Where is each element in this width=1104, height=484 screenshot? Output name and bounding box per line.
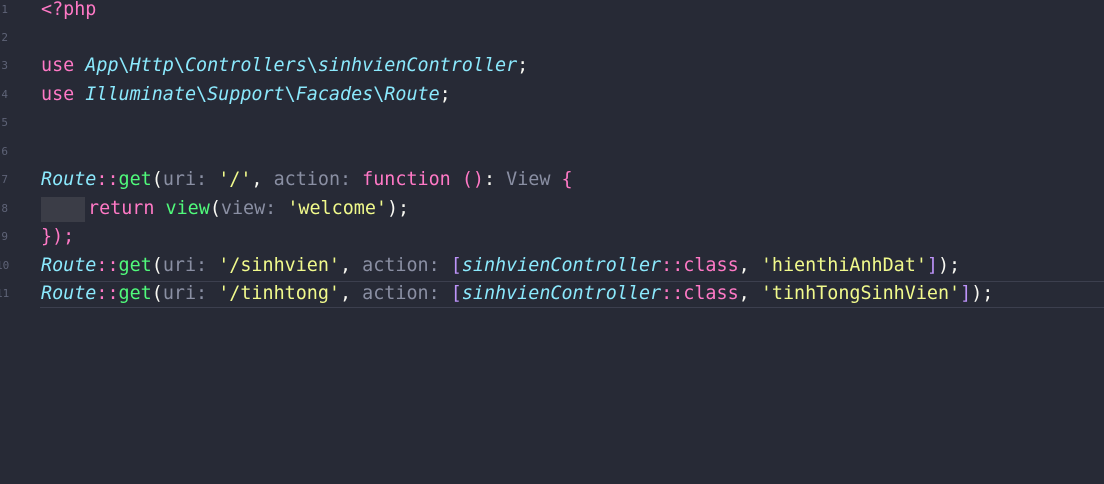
namespace-separator: \	[196, 84, 208, 105]
string-literal: 'welcome'	[287, 198, 387, 219]
namespace-separator: \	[284, 84, 296, 105]
comma: ,	[340, 283, 363, 304]
namespace-separator: \	[373, 84, 385, 105]
line-number: 1	[1, 3, 8, 16]
function-call: view	[165, 198, 210, 219]
namespace-part: Illuminate	[85, 84, 197, 105]
paren: ()	[461, 169, 484, 190]
param-hint: uri:	[162, 283, 219, 304]
line-number: 2	[1, 31, 8, 44]
paren-semicolon: );	[971, 283, 994, 304]
code-line-11[interactable]: Route::get(uri: '/tinhtong', action: [si…	[41, 280, 993, 309]
class-keyword: class	[683, 283, 739, 304]
line-number: 9	[1, 230, 8, 243]
function-keyword: function	[362, 169, 451, 190]
param-hint: view:	[220, 198, 288, 219]
namespace-part: Http	[129, 55, 174, 76]
class-name: Route	[384, 84, 440, 105]
line-number: 7	[1, 173, 8, 186]
controller-class: sinhvienController	[461, 255, 662, 276]
string-literal: 'tinhTongSinhVien'	[760, 283, 961, 304]
bracket: ]	[926, 255, 938, 276]
method-name: get	[118, 255, 152, 276]
namespace-separator: \	[306, 55, 318, 76]
comma: ,	[251, 169, 274, 190]
route-class: Route	[41, 283, 97, 304]
scope-operator: ::	[661, 283, 684, 304]
scope-operator: ::	[96, 283, 119, 304]
param-hint: uri:	[162, 169, 219, 190]
return-keyword: return	[88, 198, 155, 219]
paren-semicolon: );	[386, 198, 410, 219]
line-number: 4	[1, 88, 8, 101]
line-number: 3	[1, 59, 8, 72]
route-class: Route	[41, 169, 97, 190]
param-hint: action:	[362, 255, 451, 276]
code-line-7[interactable]: Route::get(uri: '/', action: function ()…	[41, 166, 573, 195]
line-number: 10	[0, 259, 10, 272]
comma: ,	[340, 255, 363, 276]
closing-brace: });	[41, 226, 75, 247]
namespace-separator: \	[118, 55, 130, 76]
indent-guide	[41, 197, 85, 222]
bracket: [	[450, 255, 462, 276]
php-open-tag: <?php	[41, 0, 97, 20]
code-line-10[interactable]: Route::get(uri: '/sinhvien', action: [si…	[41, 252, 960, 281]
code-line-3[interactable]: use App\Http\Controllers\sinhvienControl…	[41, 52, 528, 81]
namespace-part: App	[85, 55, 119, 76]
route-class: Route	[41, 255, 97, 276]
line-number: 6	[1, 145, 8, 158]
class-keyword: class	[683, 255, 739, 276]
method-name: get	[118, 283, 152, 304]
class-name: sinhvienController	[317, 55, 518, 76]
controller-class: sinhvienController	[461, 283, 662, 304]
bracket: [	[450, 283, 462, 304]
string-literal: 'hienthiAnhDat'	[760, 255, 927, 276]
namespace-separator: \	[173, 55, 185, 76]
scope-operator: ::	[661, 255, 684, 276]
scope-operator: ::	[96, 169, 119, 190]
line-number: 11	[0, 287, 10, 300]
code-line-1[interactable]: <?php	[41, 0, 96, 25]
param-hint: action:	[273, 169, 363, 190]
use-keyword: use	[41, 84, 75, 105]
paren: (	[209, 198, 221, 219]
namespace-part: Support	[207, 84, 285, 105]
colon: :	[483, 169, 507, 190]
namespace-part: Controllers	[184, 55, 307, 76]
code-line-9[interactable]: });	[41, 223, 74, 252]
paren: (	[151, 283, 163, 304]
line-number: 5	[1, 116, 8, 129]
namespace-part: Facades	[295, 84, 374, 105]
paren-semicolon: );	[937, 255, 961, 276]
semicolon: ;	[517, 55, 529, 76]
brace: {	[550, 169, 573, 190]
code-line-4[interactable]: use Illuminate\Support\Facades\Route;	[41, 81, 451, 110]
paren: (	[151, 255, 163, 276]
code-line-8[interactable]: return view(view: 'welcome');	[88, 195, 409, 224]
bracket: ]	[960, 283, 972, 304]
paren: (	[151, 169, 163, 190]
scope-operator: ::	[96, 255, 119, 276]
comma: ,	[738, 255, 761, 276]
use-keyword: use	[41, 55, 75, 76]
comma: ,	[738, 283, 761, 304]
line-number: 8	[1, 202, 8, 215]
method-name: get	[118, 169, 152, 190]
return-type: View	[506, 169, 551, 190]
string-literal: '/tinhtong'	[218, 283, 340, 304]
param-hint: action:	[362, 283, 451, 304]
code-editor[interactable]: 1 2 3 4 5 6 7 8 9 10 11 <?php use App\Ht…	[0, 0, 1104, 484]
param-hint: uri:	[162, 255, 219, 276]
string-literal: '/'	[218, 169, 252, 190]
line-number-gutter: 1 2 3 4 5 6 7 8 9 10 11	[0, 0, 22, 484]
string-literal: '/sinhvien'	[218, 255, 340, 276]
semicolon: ;	[439, 84, 451, 105]
